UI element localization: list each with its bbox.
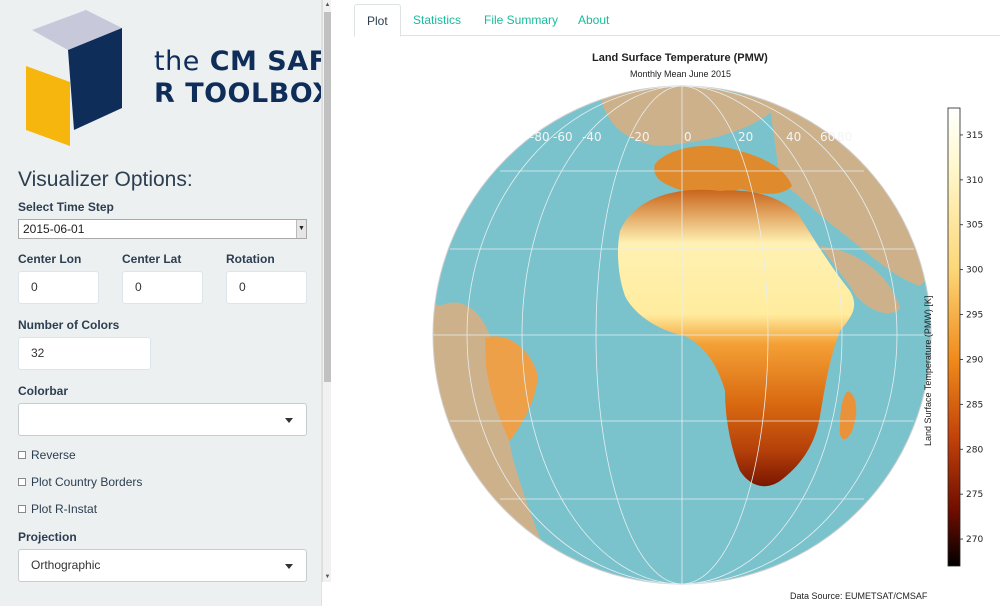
- colorbar: [947, 107, 961, 567]
- scrollbar-thumb[interactable]: [324, 12, 331, 382]
- center-lat-input[interactable]: 0: [122, 271, 203, 304]
- country-borders-label: Plot Country Borders: [31, 475, 143, 489]
- num-colors-label: Number of Colors: [18, 318, 120, 332]
- lon-tick-label: -60: [553, 130, 573, 144]
- colorbar-tick-label: 285: [966, 400, 983, 410]
- lon-tick-label: -80: [530, 130, 550, 144]
- colorbar-tick-label: 275: [966, 490, 983, 500]
- lon-tick-label: 0: [684, 130, 692, 144]
- checkbox-icon[interactable]: [18, 478, 26, 486]
- time-step-value: 2015-06-01: [23, 222, 85, 236]
- colorbar-dropdown[interactable]: [18, 403, 307, 436]
- colorbar-title: Land Surface Temperature (PMW) [K]: [923, 295, 933, 446]
- time-step-select[interactable]: 2015-06-01 ▼: [18, 219, 307, 239]
- globe-map: -80 -60 -40 -20 0 20 40 60 80 3153103053…: [432, 85, 983, 585]
- reverse-label: Reverse: [31, 448, 76, 462]
- sidebar-panel: the CM SAF R TOOLBOX Visualizer Options:…: [0, 0, 322, 606]
- cmsaf-logo: the CM SAF R TOOLBOX: [18, 8, 321, 153]
- lon-tick-label: 20: [738, 130, 753, 144]
- caret-down-icon: [285, 564, 293, 569]
- data-source: Data Source: EUMETSAT/CMSAF: [790, 591, 928, 601]
- center-lon-input[interactable]: 0: [18, 271, 99, 304]
- lon-tick-label: -20: [630, 130, 650, 144]
- logo-text-toolbox: R TOOLBOX: [154, 78, 322, 109]
- colorbar-tick-label: 310: [966, 176, 983, 186]
- projection-dropdown[interactable]: Orthographic: [18, 549, 307, 582]
- tab-file-summary[interactable]: File Summary: [472, 4, 570, 37]
- rotation-label: Rotation: [226, 252, 275, 266]
- plot-area: Land Surface Temperature (PMW) Monthly M…: [420, 46, 1000, 606]
- colorbar-tick-label: 270: [966, 535, 983, 545]
- lon-tick-label: 40: [786, 130, 801, 144]
- logo-text-cmsaf: CM SAF: [209, 46, 322, 77]
- projection-label: Projection: [18, 530, 77, 544]
- num-colors-input[interactable]: 32: [18, 337, 151, 370]
- tab-bar: Plot Statistics File Summary About: [354, 4, 1000, 37]
- colorbar-tick-label: 290: [966, 355, 983, 365]
- checkbox-icon[interactable]: [18, 451, 26, 459]
- caret-down-icon: [285, 418, 293, 423]
- colorbar-tick-label: 315: [966, 131, 983, 141]
- center-lat-label: Center Lat: [122, 252, 182, 266]
- rotation-input[interactable]: 0: [226, 271, 307, 304]
- colorbar-tick-label: 280: [966, 445, 983, 455]
- colorbar-tick-label: 305: [966, 221, 983, 231]
- cube-logo-icon: [26, 10, 122, 146]
- scroll-up-icon[interactable]: ▲: [323, 0, 332, 10]
- r-instat-label: Plot R-Instat: [31, 502, 98, 516]
- reverse-checkbox[interactable]: Reverse: [18, 448, 76, 462]
- tab-about[interactable]: About: [566, 4, 621, 37]
- tab-plot[interactable]: Plot: [354, 4, 401, 37]
- select-arrow-icon: ▼: [296, 220, 306, 238]
- panel-title: Visualizer Options:: [18, 168, 193, 191]
- center-lon-label: Center Lon: [18, 252, 82, 266]
- tab-statistics[interactable]: Statistics: [401, 4, 473, 37]
- checkbox-icon[interactable]: [18, 505, 26, 513]
- projection-value: Orthographic: [31, 558, 101, 572]
- colorbar-ticks: 315 310 305 300 295 290 285 280 275 270: [960, 131, 983, 545]
- lon-tick-label: 80: [837, 130, 852, 144]
- r-instat-checkbox[interactable]: Plot R-Instat: [18, 502, 97, 516]
- colorbar-label: Colorbar: [18, 384, 69, 398]
- colorbar-tick-label: 295: [966, 311, 983, 321]
- time-step-label: Select Time Step: [18, 200, 114, 214]
- logo-text-the: the: [154, 46, 200, 77]
- country-borders-checkbox[interactable]: Plot Country Borders: [18, 475, 142, 489]
- lon-tick-label: -40: [582, 130, 602, 144]
- colorbar-tick-label: 300: [966, 266, 983, 276]
- lon-tick-label: 60: [820, 130, 835, 144]
- sidebar-scrollbar[interactable]: ▲ ▼: [322, 0, 331, 582]
- scroll-down-icon[interactable]: ▼: [323, 572, 332, 582]
